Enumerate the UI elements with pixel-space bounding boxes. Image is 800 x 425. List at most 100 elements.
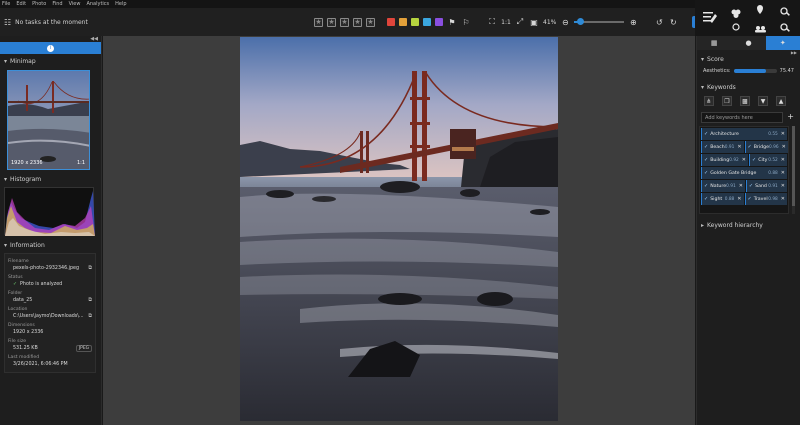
remove-keyword-icon[interactable]: ✕ xyxy=(781,196,785,202)
menu-edit[interactable]: Edit xyxy=(16,1,26,7)
keyword-row: ✓ Golden Gate Bridge 0.88 ✕ xyxy=(701,167,787,179)
minimap-dimensions: 1920 x 2336 xyxy=(11,160,43,166)
copy-icon[interactable]: ⧉ xyxy=(88,265,92,271)
main-toolbar: ☷ No tasks at the moment ★ ★ ★ ★ ★ ⚑ ⚐ ⛶… xyxy=(0,8,800,36)
keyword-chip[interactable]: ✓ Bridge 0.96 ✕ xyxy=(744,141,788,153)
minimap-thumbnail[interactable]: 1920 x 2336 1:1 xyxy=(7,70,90,170)
remove-keyword-icon[interactable]: ✕ xyxy=(742,157,746,163)
keyword-import-icon[interactable]: ▼ xyxy=(758,96,768,106)
image-canvas[interactable] xyxy=(103,36,695,425)
remove-keyword-icon[interactable]: ✕ xyxy=(737,144,741,150)
rating-star-2[interactable]: ★ xyxy=(327,17,336,27)
menu-analytics[interactable]: Analytics xyxy=(86,1,109,7)
remove-keyword-icon[interactable]: ✕ xyxy=(781,131,785,137)
menu-file[interactable]: File xyxy=(2,1,10,7)
menu-find[interactable]: Find xyxy=(52,1,62,7)
tasks-status-text: No tasks at the moment xyxy=(15,18,88,26)
actual-size-button[interactable]: 1:1 xyxy=(501,17,511,27)
tab-ai[interactable]: ✦ xyxy=(765,36,800,50)
menu-view[interactable]: View xyxy=(69,1,81,7)
aesthetics-value: 75.47 xyxy=(779,68,794,74)
tasks-status-area: ☷ No tasks at the moment xyxy=(0,18,300,27)
rating-star-3[interactable]: ★ xyxy=(340,17,349,27)
tab-info[interactable]: i xyxy=(0,42,101,54)
histogram-header[interactable]: Histogram xyxy=(0,174,101,184)
color-label-blue[interactable] xyxy=(423,18,431,26)
keywords-header[interactable]: Keywords xyxy=(697,82,800,92)
keyword-row: ✓ Nature 0.91 ✕ ✓ Sand 0.91 ✕ xyxy=(701,180,787,192)
tab-details[interactable]: ▦ xyxy=(697,36,731,50)
zoom-slider[interactable] xyxy=(574,18,625,25)
status-value: Photo is analyzed xyxy=(20,281,63,287)
panel-switcher-icons xyxy=(703,5,790,33)
dimensions-value: 1920 x 2336 xyxy=(13,329,44,335)
remove-keyword-icon[interactable]: ✕ xyxy=(737,196,741,202)
minimap-header[interactable]: Minimap xyxy=(0,56,101,66)
color-label-purple[interactable] xyxy=(435,18,443,26)
information-panel: Filename pexels-photo-2932346.jpeg ⧉ Stat… xyxy=(4,253,96,373)
histogram-graph xyxy=(5,191,95,236)
keyword-chip[interactable]: ✓ City 0.52 ✕ xyxy=(749,154,787,166)
filename-value: pexels-photo-2932346.jpeg xyxy=(13,265,80,271)
keyword-input[interactable]: Add keywords here xyxy=(701,112,784,123)
right-tabs: ▦ ● ✦ xyxy=(697,36,800,50)
keyword-tools: ⋔ ❐ ▩ ▼ ▲ xyxy=(697,92,800,110)
copy-icon[interactable]: ⧉ xyxy=(88,297,92,303)
keyword-chip[interactable]: ✓ Travel 0.98 ✕ xyxy=(744,193,787,205)
remove-keyword-icon[interactable]: ✕ xyxy=(781,183,785,189)
menu-photo[interactable]: Photo xyxy=(32,1,46,7)
color-label-red[interactable] xyxy=(387,18,395,26)
keyword-chip[interactable]: ✓ Building 0.92 ✕ xyxy=(701,154,748,166)
left-panel: ◀◀ i Minimap 1920 x 2336 1:1 Histogram xyxy=(0,36,102,425)
tab-people[interactable]: ● xyxy=(731,36,765,50)
rating-star-1[interactable]: ★ xyxy=(314,17,323,27)
aesthetics-bar-fill xyxy=(734,69,767,73)
add-keyword-icon[interactable]: + xyxy=(787,112,794,121)
keyword-chip[interactable]: ✓ Beach 0.91 ✕ xyxy=(701,141,744,153)
reject-flag-icon[interactable]: ⚐ xyxy=(461,17,471,27)
remove-keyword-icon[interactable]: ✕ xyxy=(739,183,743,189)
keyword-chip[interactable]: ✓ Golden Gate Bridge 0.88 ✕ xyxy=(701,167,787,179)
keyword-export-icon[interactable]: ▲ xyxy=(776,96,786,106)
aesthetics-row: Aesthetics: 75.47 xyxy=(697,64,800,78)
zoom-in-icon[interactable]: ⊕ xyxy=(628,17,638,27)
image-fit-icon[interactable]: ▣ xyxy=(529,17,539,27)
keyword-chip[interactable]: ✓ Sight 0.88 ✕ xyxy=(701,193,744,205)
remove-keyword-icon[interactable]: ✕ xyxy=(782,144,786,150)
keyword-row: ✓ Building 0.92 ✕ ✓ City 0.52 ✕ xyxy=(701,154,787,166)
keyword-chip[interactable]: ✓ Nature 0.91 ✕ xyxy=(701,180,745,192)
folder-value: data_25 xyxy=(13,297,33,303)
keyword-scrollbar[interactable] xyxy=(792,126,795,214)
rating-star-5[interactable]: ★ xyxy=(366,17,375,27)
modified-value: 3/26/2021, 6:06:46 PM xyxy=(13,361,68,367)
flag-icon[interactable]: ⚑ xyxy=(447,17,457,27)
keyword-row: ✓ Architecture 0.55 ✕ xyxy=(701,128,787,140)
rotate-right-icon[interactable]: ↻ xyxy=(668,17,678,27)
color-label-orange[interactable] xyxy=(399,18,407,26)
keyword-chip[interactable]: ✓ Architecture 0.55 ✕ xyxy=(701,128,787,140)
filesize-value: 531.25 KB xyxy=(13,345,38,351)
fit-screen-icon[interactable]: ⤢ xyxy=(515,17,525,27)
remove-keyword-icon[interactable]: ✕ xyxy=(781,157,785,163)
information-header[interactable]: Information xyxy=(0,240,101,250)
toolbar-center: ★ ★ ★ ★ ★ ⚑ ⚐ ⛶ 1:1 ⤢ ▣ 41% ⊖ ⊕ ↺ ↻ ◫ ✕ xyxy=(314,8,744,36)
rotate-left-icon[interactable]: ↺ xyxy=(654,17,664,27)
keyword-copy-icon[interactable]: ❐ xyxy=(722,96,732,106)
rating-star-4[interactable]: ★ xyxy=(353,17,362,27)
keyword-list: ✓ Architecture 0.55 ✕ ✓ Beach 0.91 ✕ ✓ Bridge 0.… xyxy=(699,126,789,214)
keyword-clear-icon[interactable]: ▩ xyxy=(740,96,750,106)
keyword-row: ✓ Sight 0.88 ✕ ✓ Travel 0.98 ✕ xyxy=(701,193,787,205)
menu-help[interactable]: Help xyxy=(115,1,126,7)
panel-switcher xyxy=(695,0,800,36)
fullscreen-icon[interactable]: ⛶ xyxy=(487,17,497,27)
minimap-image xyxy=(8,71,89,169)
keyword-merge-icon[interactable]: ⋔ xyxy=(704,96,714,106)
tasks-icon[interactable]: ☷ xyxy=(4,18,11,27)
keyword-chip[interactable]: ✓ Sand 0.91 ✕ xyxy=(745,180,787,192)
copy-icon[interactable]: ⧉ xyxy=(88,313,92,319)
zoom-out-icon[interactable]: ⊖ xyxy=(560,17,570,27)
remove-keyword-icon[interactable]: ✕ xyxy=(781,170,785,176)
score-header[interactable]: Score xyxy=(697,54,800,64)
keyword-hierarchy-header[interactable]: Keyword hierarchy xyxy=(697,220,800,230)
color-label-green[interactable] xyxy=(411,18,419,26)
